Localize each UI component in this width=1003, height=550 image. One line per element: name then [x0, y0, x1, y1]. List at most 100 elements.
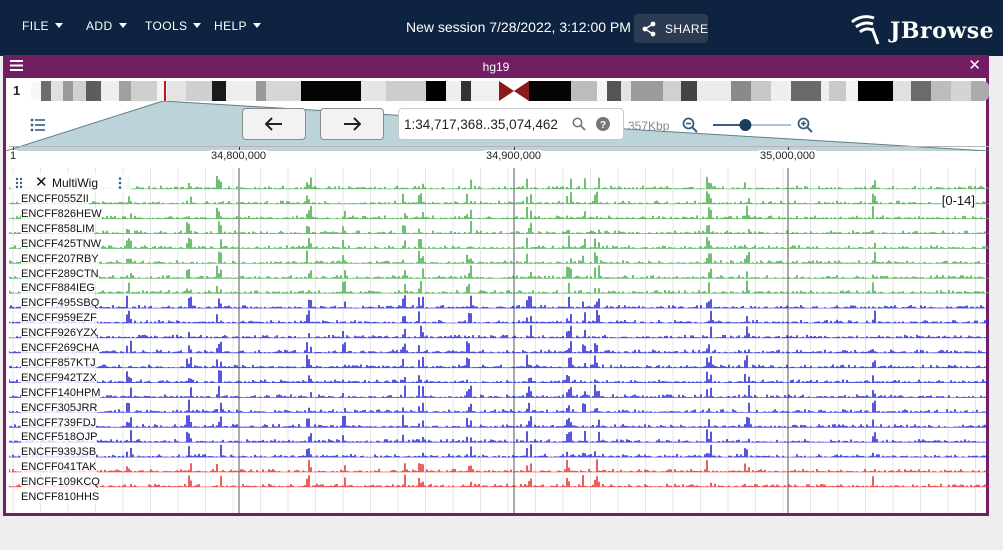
wiggle-row	[9, 444, 989, 458]
chromosome-number: 1	[13, 83, 21, 98]
help-icon[interactable]: ?	[596, 117, 610, 131]
wiggle-signal	[10, 191, 988, 204]
ideogram-band	[212, 81, 226, 101]
row-label: ENCFF109KCQ	[21, 476, 100, 490]
view-title: hg19	[482, 60, 510, 74]
row-label: ENCFF926YZX	[21, 327, 98, 341]
row-label: ENCFF959EZF	[21, 312, 97, 326]
ideogram-band	[41, 81, 51, 101]
track-label[interactable]: ✕ MultiWig	[12, 174, 130, 193]
ideogram-band	[446, 81, 461, 101]
wiggle-signal	[9, 250, 986, 264]
add-menu-label: ADD	[86, 19, 113, 33]
wiggle-signal	[9, 354, 988, 368]
ruler-label: 1	[9, 150, 18, 162]
caret-down-icon	[252, 23, 261, 28]
help-menu-label: HELP	[214, 19, 247, 33]
row-label: ENCFF495SBQ	[21, 297, 100, 311]
wiggle-row	[9, 221, 989, 234]
ideogram-band	[621, 81, 631, 101]
wiggle-row	[9, 384, 989, 398]
wiggle-row	[9, 340, 989, 354]
ideogram-band	[101, 81, 119, 101]
add-menu-button[interactable]: ADD	[86, 19, 127, 37]
file-menu-button[interactable]: FILE	[22, 19, 63, 37]
ideogram-band	[751, 81, 771, 101]
ideogram-band	[31, 81, 41, 101]
back-button[interactable]	[242, 108, 306, 140]
ideogram-band	[681, 81, 697, 101]
wiggle-row	[9, 354, 989, 369]
jbrowse-logo: JBrowse	[848, 12, 994, 48]
ideogram-band	[119, 81, 131, 101]
svg-text:?: ?	[600, 120, 606, 131]
close-icon[interactable]: ✕	[968, 58, 981, 73]
ideogram-band	[571, 81, 597, 101]
track-name: MultiWig	[52, 176, 99, 190]
wiggle-signal	[9, 295, 984, 309]
ideogram-band	[821, 81, 829, 101]
ideogram-band	[791, 81, 821, 101]
row-label: ENCFF810HHS	[21, 491, 100, 504]
ideogram-band	[597, 81, 607, 101]
wiggle-signal	[9, 384, 986, 398]
app-bar: FILE ADD TOOLS HELP New session 7/28/202…	[0, 0, 1003, 56]
search-icon[interactable]	[572, 117, 586, 131]
ruler-label: 34,900,000	[485, 150, 543, 162]
tools-menu-button[interactable]: TOOLS	[145, 19, 202, 37]
wiggle-signal	[9, 340, 988, 353]
wiggle-row	[9, 295, 989, 309]
wiggle-signal	[9, 399, 986, 413]
position-ruler[interactable]: 1 34,800,000 34,900,000 35,000,000	[9, 146, 989, 168]
ideogram-band	[301, 81, 361, 101]
location-search-input[interactable]: 1:34,717,368..35,074,462 ?	[398, 108, 624, 140]
wiggle-signal	[9, 459, 986, 472]
ideogram-band	[73, 81, 86, 101]
row-label: ENCFF942TZX	[21, 371, 97, 385]
arrow-left-icon	[265, 117, 282, 131]
track-list-icon[interactable]	[30, 118, 46, 132]
ideogram-band	[771, 81, 791, 101]
row-label: ENCFF939JSB	[21, 446, 97, 460]
forward-button[interactable]	[320, 108, 384, 140]
ideogram-band	[186, 81, 212, 101]
wiggle-row	[9, 459, 989, 473]
zoom-slider[interactable]	[713, 118, 791, 132]
wiggle-row	[9, 310, 989, 324]
zoom-in-icon[interactable]	[797, 117, 813, 133]
drag-handle-icon[interactable]	[15, 177, 23, 189]
session-title[interactable]: New session 7/28/2022, 3:12:00 PM	[406, 19, 631, 35]
current-region-marker	[164, 81, 166, 101]
row-label: ENCFF207RBY	[21, 252, 99, 266]
share-button[interactable]: SHARE	[634, 14, 708, 43]
wiggle-row	[9, 280, 989, 294]
logo-icon	[851, 15, 880, 45]
ideogram-band	[731, 81, 751, 101]
ideogram-band	[529, 81, 571, 101]
caret-down-icon	[54, 23, 63, 28]
ideogram-band	[63, 81, 73, 101]
wiggle-row	[9, 399, 989, 413]
chromosome-ideogram[interactable]	[31, 81, 989, 101]
ideogram-band	[266, 81, 301, 101]
row-label: ENCFF858LIM	[21, 222, 95, 236]
wiggle-row	[9, 235, 989, 249]
wiggle-row	[9, 370, 989, 384]
multiwig-track[interactable]: ENCFF055ZII ENCFF826HEW ENCFF858LIM ENCFF42…	[9, 168, 989, 513]
close-icon[interactable]: ✕	[35, 174, 48, 191]
zoom-out-icon[interactable]	[682, 117, 698, 133]
ideogram-band	[426, 81, 446, 101]
row-label: ENCFF140HPM	[21, 386, 101, 400]
wiggle-row	[9, 474, 989, 488]
wiggle-signal	[9, 280, 988, 294]
more-vert-icon[interactable]	[118, 177, 122, 189]
wiggle-signal	[9, 414, 988, 428]
wiggle-signal	[9, 429, 986, 443]
ideogram-band	[931, 81, 951, 101]
wiggle-signal	[9, 310, 988, 323]
wiggle-signal	[9, 325, 988, 338]
help-menu-button[interactable]: HELP	[214, 19, 261, 37]
ideogram-band	[471, 81, 499, 101]
row-label: ENCFF041TAK	[21, 461, 97, 475]
zoom-slider-thumb[interactable]	[739, 119, 752, 131]
